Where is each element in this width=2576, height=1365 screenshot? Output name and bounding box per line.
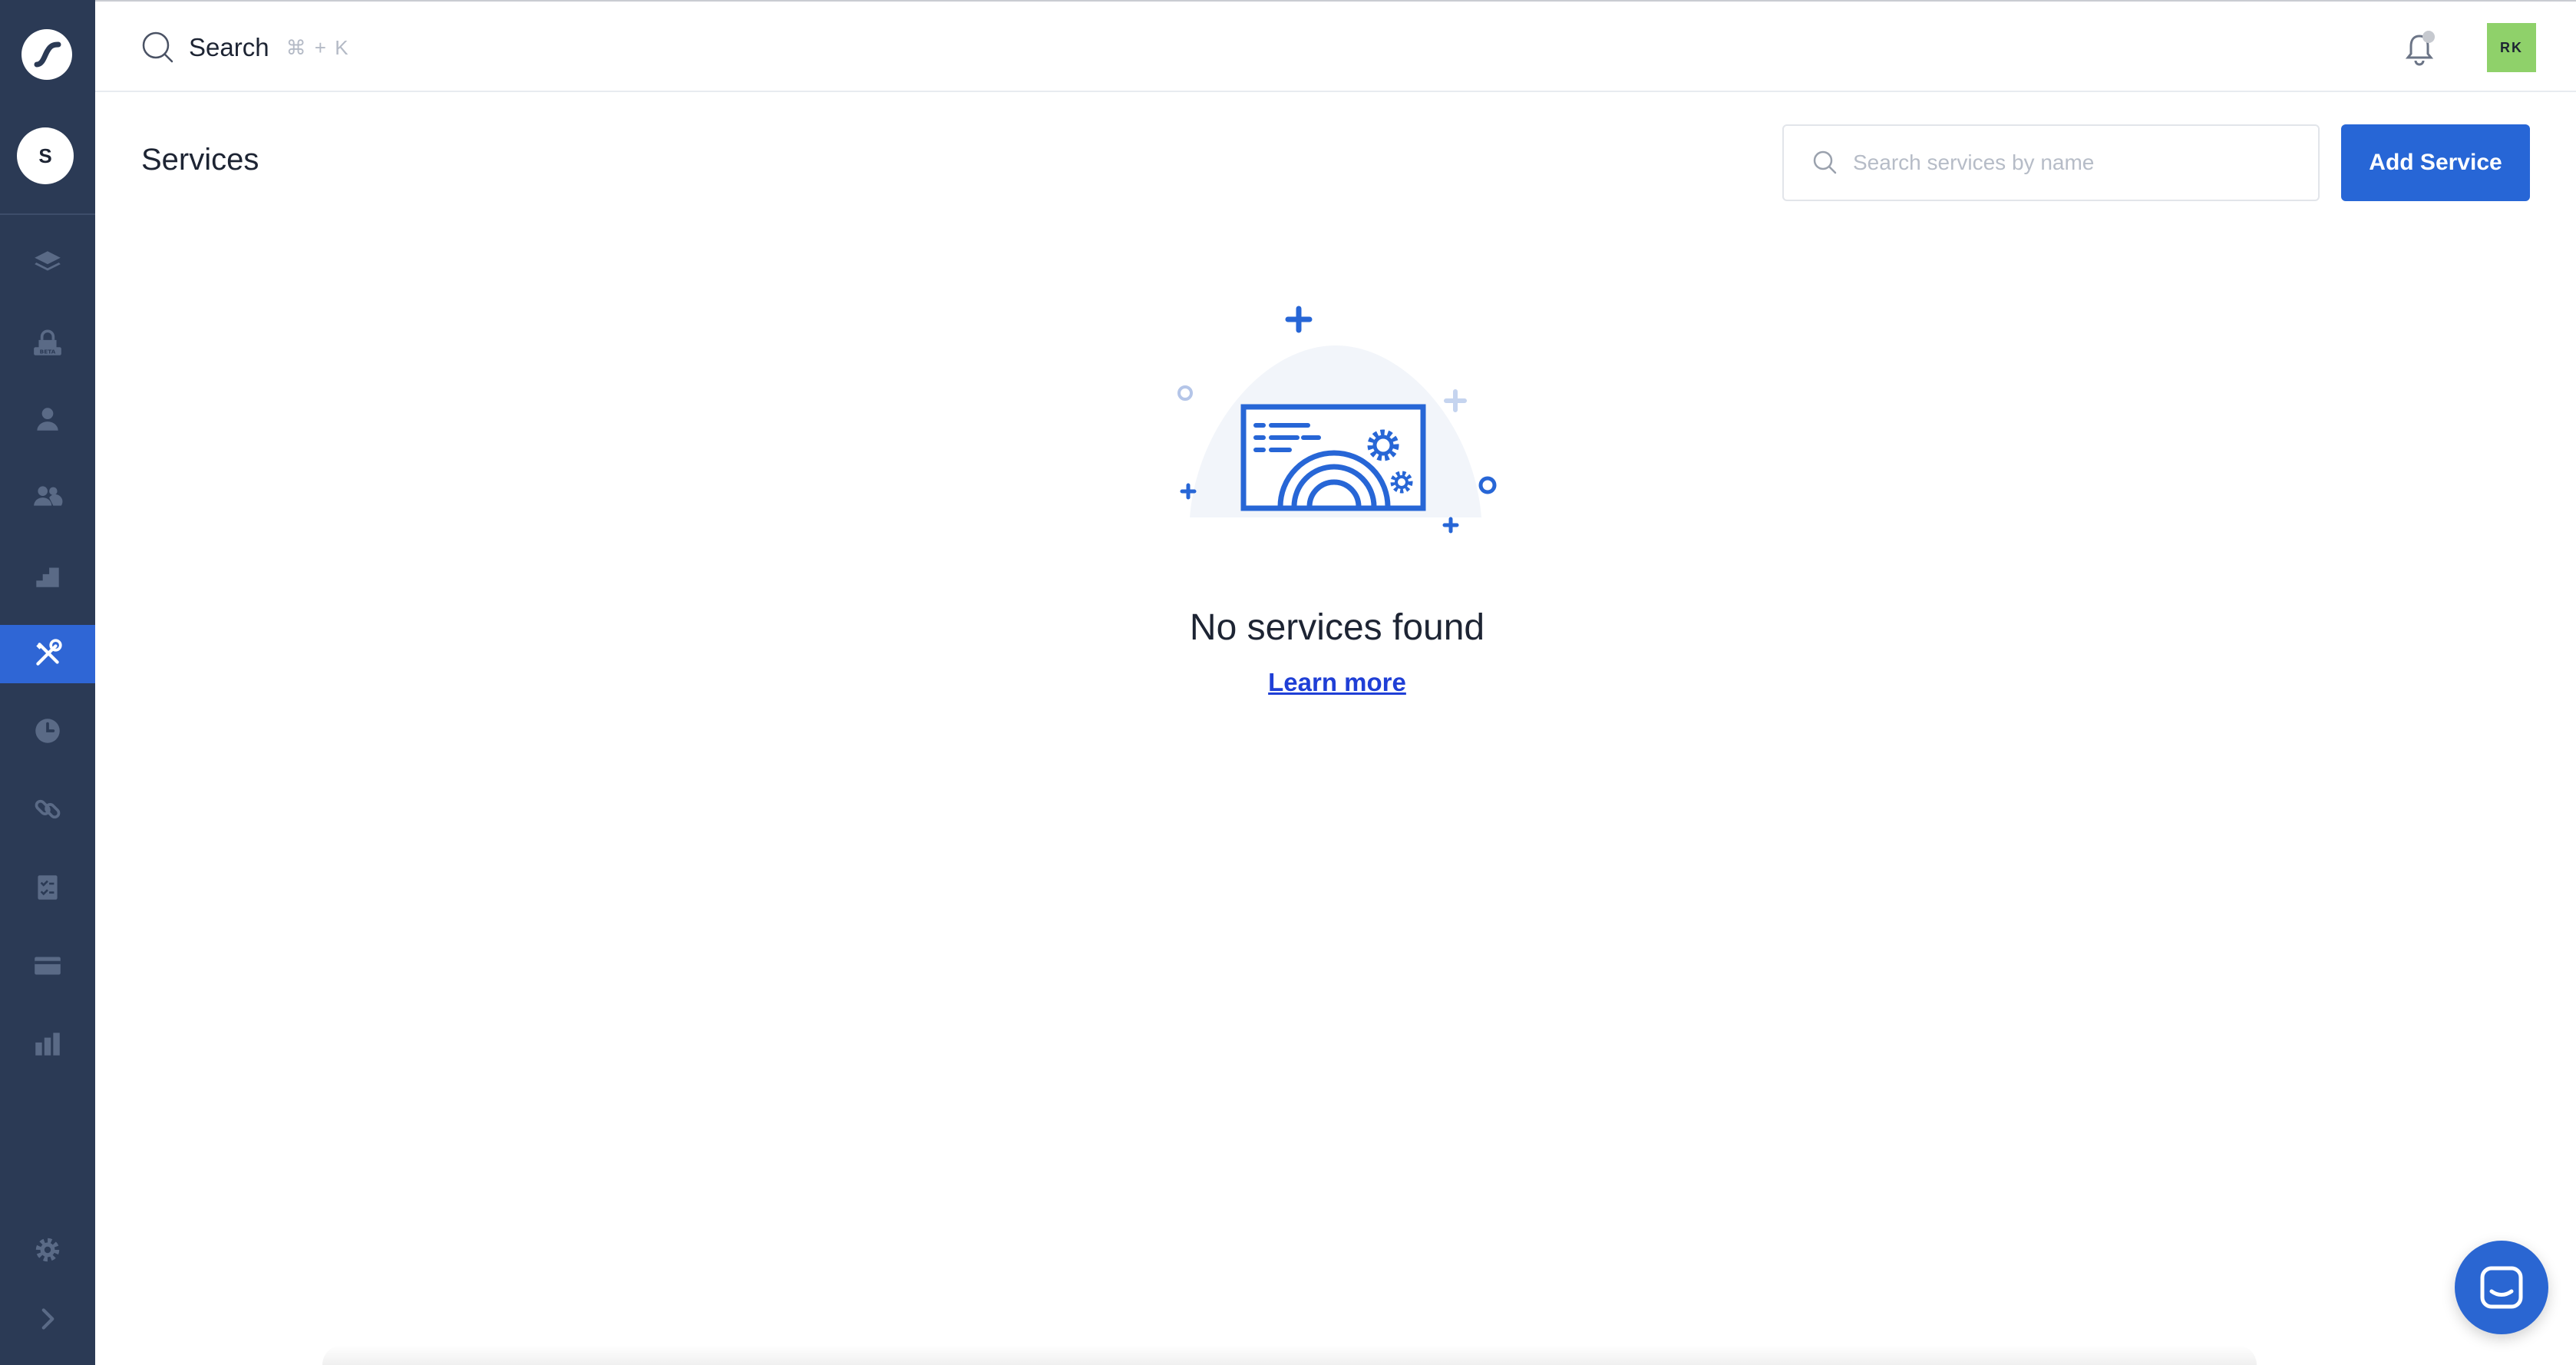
- learn-more-link[interactable]: Learn more: [1184, 668, 1491, 697]
- checklist-icon: [38, 875, 58, 900]
- chat-icon: [2480, 1266, 2523, 1309]
- sidebar-item-history[interactable]: [0, 702, 95, 760]
- sidebar-divider: [0, 213, 95, 215]
- svg-text:BETA: BETA: [40, 349, 56, 355]
- search-icon: [1813, 150, 1837, 174]
- stairs-icon: [36, 567, 59, 587]
- topbar: Search ⌘ + K RK: [95, 0, 2576, 92]
- card-icon: [35, 957, 61, 975]
- global-search[interactable]: Search ⌘ + K: [140, 26, 350, 69]
- user-icon: [37, 408, 58, 431]
- chevron-right-icon: [41, 1308, 54, 1330]
- beta-lock-icon: BETA: [34, 329, 61, 355]
- sidebar-item-layers[interactable]: [0, 233, 95, 292]
- service-search-box[interactable]: [1782, 124, 2320, 201]
- notifications-button[interactable]: [2398, 28, 2441, 71]
- add-service-button[interactable]: Add Service: [2341, 124, 2530, 201]
- bar-chart-icon: [35, 1033, 60, 1056]
- user-avatar[interactable]: RK: [2487, 23, 2536, 72]
- global-search-label: Search: [189, 33, 269, 61]
- link-icon: [35, 799, 61, 819]
- app-root: S BETA Search ⌘ + K RK Services Search s…: [0, 0, 2576, 1365]
- empty-services-illustration: [1177, 306, 1497, 534]
- page-title: Services: [141, 143, 259, 177]
- chat-launcher-button[interactable]: [2455, 1241, 2548, 1334]
- search-icon: [142, 31, 173, 63]
- sidebar-item-reports[interactable]: [0, 1015, 95, 1073]
- logo-icon: [34, 41, 61, 68]
- sidebar-expand-button[interactable]: [0, 1290, 95, 1348]
- account-switcher[interactable]: S: [17, 127, 74, 184]
- bottom-edge-shadow: [322, 1345, 2257, 1365]
- layers-icon: [35, 251, 61, 271]
- sidebar-item-services[interactable]: [0, 625, 95, 683]
- sidebar-item-billing[interactable]: [0, 937, 95, 995]
- sidebar: S BETA: [0, 0, 95, 1365]
- sidebar-item-beta[interactable]: BETA: [0, 313, 95, 372]
- sidebar-item-checklist[interactable]: [0, 858, 95, 917]
- sidebar-item-user[interactable]: [0, 390, 95, 448]
- sidebar-item-stairs[interactable]: [0, 547, 95, 605]
- app-logo[interactable]: [21, 29, 72, 80]
- sidebar-item-links[interactable]: [0, 780, 95, 838]
- sidebar-item-settings[interactable]: [0, 1221, 95, 1279]
- users-icon: [34, 486, 63, 506]
- empty-state-title: No services found: [1189, 607, 1485, 648]
- notification-badge: [2422, 31, 2435, 43]
- tools-icon: [36, 639, 62, 666]
- search-shortcut-hint: ⌘ + K: [286, 35, 350, 59]
- sidebar-item-users[interactable]: [0, 467, 95, 525]
- service-search-input[interactable]: [1853, 150, 2298, 175]
- gear-icon: [35, 1238, 60, 1262]
- clock-icon: [35, 719, 60, 743]
